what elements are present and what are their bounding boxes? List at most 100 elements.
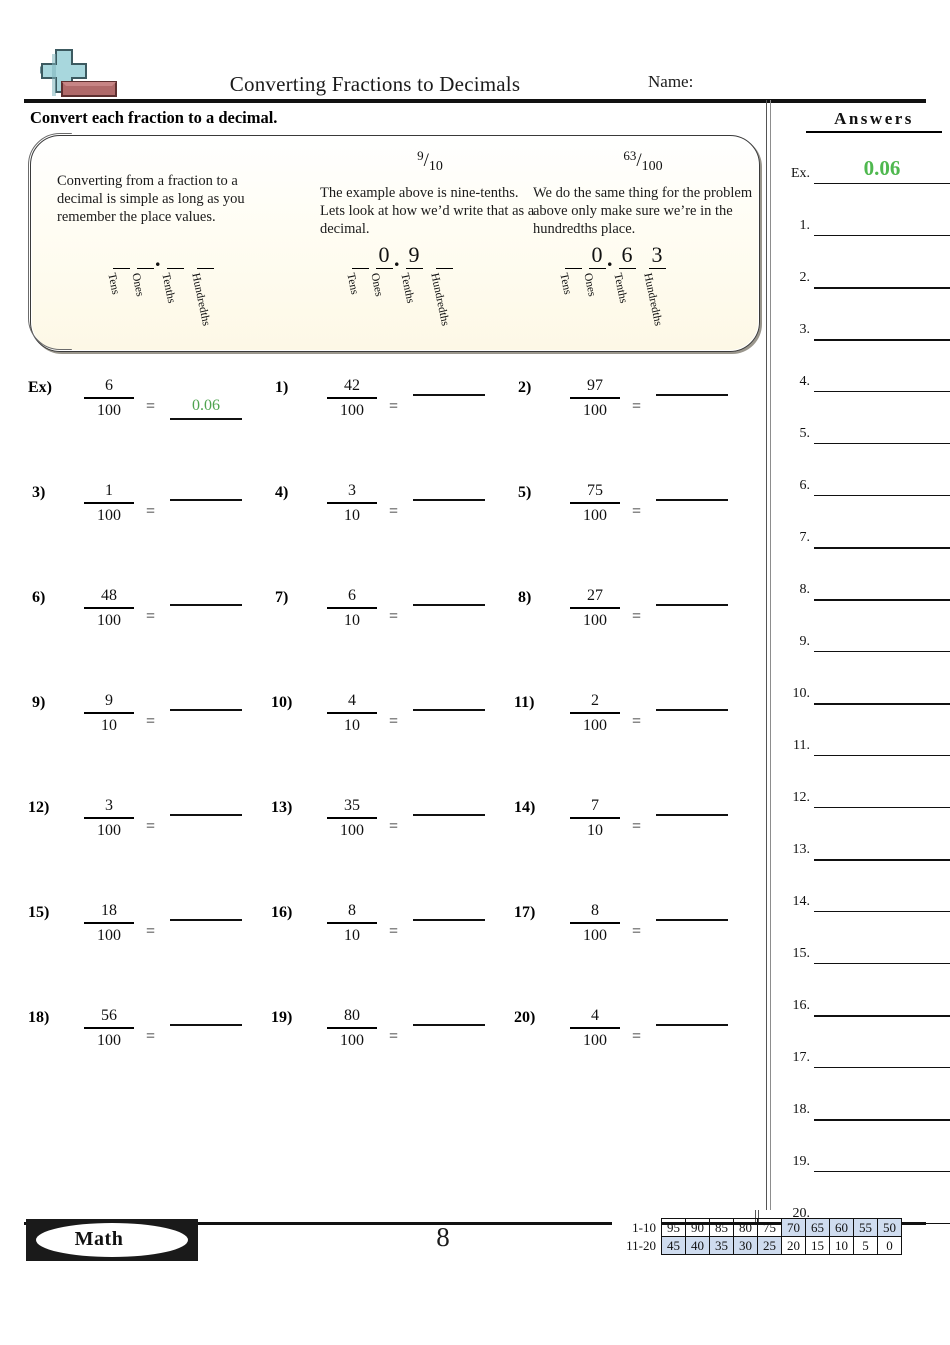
score-cell: 0: [877, 1236, 902, 1255]
answer-row[interactable]: 6.: [776, 472, 950, 498]
answer-blank[interactable]: [413, 394, 485, 424]
problem-19: 19) 80 100 =: [267, 1002, 510, 1100]
answer-row[interactable]: 2.: [776, 264, 950, 290]
fraction-denominator: 100: [97, 612, 121, 629]
answer-blank[interactable]: [170, 709, 242, 739]
instruction-text: Convert each fraction to a decimal.: [30, 108, 278, 127]
problem-fraction: 1 100: [80, 481, 138, 526]
info3-denominator: 100: [641, 159, 663, 174]
problem-14: 14) 7 10 =: [510, 792, 753, 890]
answer-rule: [656, 709, 728, 711]
fraction-numerator: 6: [348, 587, 356, 604]
answer-row[interactable]: 17.: [776, 1044, 950, 1070]
answer-blank[interactable]: [656, 394, 728, 424]
info-column-3-text: We do the same thing for the problem abo…: [533, 185, 753, 237]
score-cell: 75: [757, 1218, 782, 1237]
worksheet-page: Converting Fractions to Decimals Name: C…: [0, 0, 950, 1345]
answer-row[interactable]: 3.: [776, 316, 950, 342]
score-cell: 90: [685, 1218, 710, 1237]
answer-blank[interactable]: [656, 1024, 728, 1054]
answer-row-label: 19.: [792, 1154, 811, 1169]
score-scale-table: 1-10 95 90 85 80 75 70 65 60 55 50 11-20 45 40 35 30 25 2…: [612, 1218, 902, 1255]
answer-blank[interactable]: [656, 499, 728, 529]
answer-row[interactable]: Ex. 0.06: [776, 156, 950, 186]
answer-blank[interactable]: [656, 814, 728, 844]
problem-label: Ex): [28, 379, 52, 396]
answer-blank[interactable]: [656, 604, 728, 634]
page-title: Converting Fractions to Decimals: [229, 72, 521, 96]
answer-row-rule: [814, 1015, 950, 1017]
fraction-numerator: 4: [591, 1007, 599, 1024]
fraction-denominator: 100: [583, 402, 607, 419]
score-scale-range: 1-10: [612, 1218, 662, 1237]
score-cell: 60: [829, 1218, 854, 1237]
answer-row[interactable]: 11.: [776, 732, 950, 758]
name-label[interactable]: Name:: [648, 72, 693, 92]
answer-row[interactable]: 10.: [776, 680, 950, 706]
pv3-slot-hundredths: [649, 268, 666, 270]
answer-rule: [170, 709, 242, 711]
answer-blank[interactable]: [413, 919, 485, 949]
answer-blank[interactable]: 0.06: [170, 394, 242, 424]
problem-Ex: Ex) 6 100 = 0.06: [24, 372, 267, 470]
answer-row[interactable]: 9.: [776, 628, 950, 654]
answer-blank[interactable]: [656, 709, 728, 739]
answer-row[interactable]: 16.: [776, 992, 950, 1018]
answers-divider-line-1: [766, 100, 767, 1210]
answer-row-label: 1.: [799, 218, 811, 233]
place-value-diagram-1: . Tens Ones Tenths Hundredths: [105, 244, 285, 344]
pv3-slot-tens: [565, 268, 582, 270]
answer-rule: [656, 919, 728, 921]
answer-row[interactable]: 13.: [776, 836, 950, 862]
answer-row[interactable]: 4.: [776, 368, 950, 394]
answer-blank[interactable]: [413, 1024, 485, 1054]
answer-blank[interactable]: [656, 919, 728, 949]
answer-row-label: Ex.: [790, 166, 810, 181]
answer-row[interactable]: 19.: [776, 1148, 950, 1174]
answer-blank[interactable]: [170, 604, 242, 634]
problem-8: 8) 27 100 =: [510, 582, 753, 680]
answer-row[interactable]: 7.: [776, 524, 950, 550]
answer-rule: [413, 814, 485, 816]
answer-row[interactable]: 14.: [776, 888, 950, 914]
fraction-numerator: 18: [101, 902, 117, 919]
answer-row[interactable]: 12.: [776, 784, 950, 810]
answer-row[interactable]: 18.: [776, 1096, 950, 1122]
answer-rule: [170, 418, 242, 420]
answer-blank[interactable]: [413, 499, 485, 529]
fraction-numerator: 3: [105, 797, 113, 814]
pv2-label-tens: Tens: [344, 272, 361, 296]
problem-fraction: 18 100: [80, 901, 138, 946]
answers-divider-line-2: [770, 100, 771, 1210]
problem-17: 17) 8 100 =: [510, 897, 753, 995]
answer-row[interactable]: 5.: [776, 420, 950, 446]
answer-row-rule: [814, 755, 950, 756]
equals-sign: =: [146, 818, 156, 835]
answer-row-rule: [814, 443, 950, 444]
answer-rule: [413, 919, 485, 921]
pv1-decimal-point: .: [155, 246, 161, 271]
answer-row[interactable]: 1.: [776, 212, 950, 238]
answer-blank[interactable]: [170, 499, 242, 529]
answer-blank[interactable]: [413, 709, 485, 739]
answer-blank[interactable]: [413, 604, 485, 634]
info2-denominator: 10: [428, 159, 443, 174]
score-cell: 95: [661, 1218, 686, 1237]
fraction-bar: [327, 1027, 377, 1029]
pv2-decimal-point: .: [394, 246, 400, 271]
answer-blank[interactable]: [413, 814, 485, 844]
answer-row-rule: [814, 183, 950, 184]
answer-row[interactable]: 15.: [776, 940, 950, 966]
problem-fraction: 8 10: [323, 901, 381, 946]
place-value-diagram-3: 0 . 6 3 Tens Ones Tenths Hundredths: [557, 242, 737, 344]
problem-fraction: 56 100: [80, 1006, 138, 1051]
answer-row[interactable]: 8.: [776, 576, 950, 602]
fraction-bar: [570, 502, 620, 504]
info-column-1: Converting from a fraction to a decimal …: [53, 136, 281, 351]
problem-7: 7) 6 10 =: [267, 582, 510, 680]
info3-numerator: 63: [623, 148, 637, 163]
answer-blank[interactable]: [170, 919, 242, 949]
answer-blank[interactable]: [170, 1024, 242, 1054]
answer-blank[interactable]: [170, 814, 242, 844]
pv1-label-tenths: Tenths: [159, 272, 178, 305]
